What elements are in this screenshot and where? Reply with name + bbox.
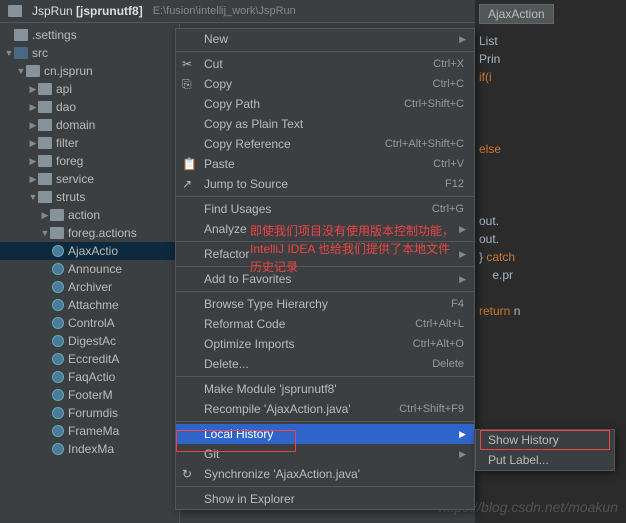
code-line: out. bbox=[479, 230, 622, 248]
menu-paste[interactable]: 📋PasteCtrl+V bbox=[176, 154, 474, 174]
tree-class[interactable]: EccreditA bbox=[0, 350, 179, 368]
code-line: return n bbox=[479, 302, 622, 320]
tree-class[interactable]: Forumdis bbox=[0, 404, 179, 422]
context-menu: New▶ ✂CutCtrl+X ⎘CopyCtrl+C Copy PathCtr… bbox=[175, 28, 475, 510]
code-line: } catch bbox=[479, 248, 622, 266]
tree-class[interactable]: Attachme bbox=[0, 296, 179, 314]
menu-make-module[interactable]: Make Module 'jsprunutf8' bbox=[176, 379, 474, 399]
menu-browse-type[interactable]: Browse Type HierarchyF4 bbox=[176, 294, 474, 314]
menu-copy-ref[interactable]: Copy ReferenceCtrl+Alt+Shift+C bbox=[176, 134, 474, 154]
menu-new[interactable]: New▶ bbox=[176, 29, 474, 49]
tree-class[interactable]: DigestAc bbox=[0, 332, 179, 350]
menu-synchronize[interactable]: ↻Synchronize 'AjaxAction.java' bbox=[176, 464, 474, 484]
tree-folder-settings[interactable]: .settings bbox=[0, 26, 179, 44]
tree-class[interactable]: Announce bbox=[0, 260, 179, 278]
sync-icon: ↻ bbox=[182, 467, 196, 481]
tree-folder-domain[interactable]: ▶domain bbox=[0, 116, 179, 134]
jump-icon: ↗ bbox=[182, 177, 196, 191]
menu-copy-path[interactable]: Copy PathCtrl+Shift+C bbox=[176, 94, 474, 114]
tree-folder-service[interactable]: ▶service bbox=[0, 170, 179, 188]
local-history-submenu: Show History Put Label... bbox=[475, 429, 615, 471]
tree-folder-action[interactable]: ▶action bbox=[0, 206, 179, 224]
menu-copy-plain[interactable]: Copy as Plain Text bbox=[176, 114, 474, 134]
tree-class[interactable]: Archiver bbox=[0, 278, 179, 296]
menu-analyze[interactable]: Analyze▶ bbox=[176, 219, 474, 239]
editor-tab[interactable]: AjaxAction bbox=[479, 4, 554, 24]
tree-folder-struts[interactable]: ▼struts bbox=[0, 188, 179, 206]
code-line: List bbox=[479, 32, 622, 50]
tree-folder-src[interactable]: ▼src bbox=[0, 44, 179, 62]
project-path: E:\fusion\intellij_work\JspRun bbox=[153, 5, 296, 17]
tree-class[interactable]: ControlA bbox=[0, 314, 179, 332]
menu-git[interactable]: Git▶ bbox=[176, 444, 474, 464]
menu-show-explorer[interactable]: Show in Explorer bbox=[176, 489, 474, 509]
menu-recompile[interactable]: Recompile 'AjaxAction.java'Ctrl+Shift+F9 bbox=[176, 399, 474, 419]
scissors-icon: ✂ bbox=[182, 57, 196, 71]
paste-icon: 📋 bbox=[182, 157, 196, 171]
menu-find-usages[interactable]: Find UsagesCtrl+G bbox=[176, 199, 474, 219]
code-line: Prin bbox=[479, 50, 622, 68]
submenu-show-history[interactable]: Show History bbox=[476, 430, 614, 450]
menu-optimize[interactable]: Optimize ImportsCtrl+Alt+O bbox=[176, 334, 474, 354]
project-icon bbox=[8, 5, 22, 17]
menu-jump[interactable]: ↗Jump to SourceF12 bbox=[176, 174, 474, 194]
project-label: JspRun [jsprunutf8] bbox=[32, 4, 143, 18]
copy-icon: ⎘ bbox=[182, 77, 196, 91]
tree-folder-dao[interactable]: ▶dao bbox=[0, 98, 179, 116]
code-line: e.pr bbox=[479, 266, 622, 284]
menu-refactor[interactable]: Refactor▶ bbox=[176, 244, 474, 264]
menu-delete[interactable]: Delete...Delete bbox=[176, 354, 474, 374]
code-line: else bbox=[479, 140, 622, 158]
menu-cut[interactable]: ✂CutCtrl+X bbox=[176, 54, 474, 74]
project-tree[interactable]: .settings ▼src ▼cn.jsprun ▶api ▶dao ▶dom… bbox=[0, 24, 180, 523]
tree-folder-foreg-actions[interactable]: ▼foreg.actions bbox=[0, 224, 179, 242]
tree-folder-api[interactable]: ▶api bbox=[0, 80, 179, 98]
tree-class[interactable]: FaqActio bbox=[0, 368, 179, 386]
tree-folder-foreg[interactable]: ▶foreg bbox=[0, 152, 179, 170]
code-line: out. bbox=[479, 212, 622, 230]
code-line: if(i bbox=[479, 68, 622, 86]
tree-class[interactable]: FooterM bbox=[0, 386, 179, 404]
tree-package-cnjsprun[interactable]: ▼cn.jsprun bbox=[0, 62, 179, 80]
submenu-put-label[interactable]: Put Label... bbox=[476, 450, 614, 470]
menu-add-favorites[interactable]: Add to Favorites▶ bbox=[176, 269, 474, 289]
tree-class-ajaxaction[interactable]: AjaxActio bbox=[0, 242, 179, 260]
menu-reformat[interactable]: Reformat CodeCtrl+Alt+L bbox=[176, 314, 474, 334]
menu-local-history[interactable]: Local History▶ bbox=[176, 424, 474, 444]
tree-folder-filter[interactable]: ▶filter bbox=[0, 134, 179, 152]
menu-copy[interactable]: ⎘CopyCtrl+C bbox=[176, 74, 474, 94]
tree-class[interactable]: FrameMa bbox=[0, 422, 179, 440]
tree-class[interactable]: IndexMa bbox=[0, 440, 179, 458]
